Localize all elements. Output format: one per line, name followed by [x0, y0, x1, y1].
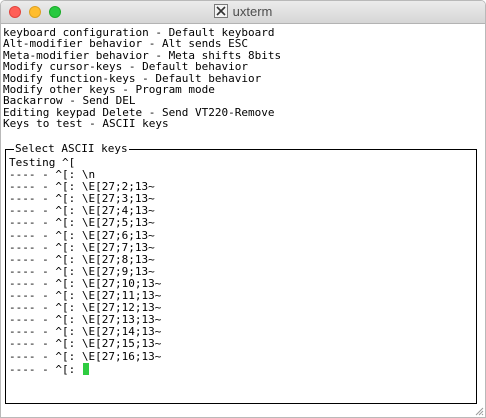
- text-cursor: [82, 362, 89, 375]
- key-output-line: ---- - ^[: \E[27;7;13~: [9, 240, 155, 254]
- prompt-line: ---- - ^[:: [9, 362, 161, 376]
- terminal-header-lines: keyboard configuration - Default keyboar…: [3, 27, 485, 130]
- window-title-group: uxterm: [1, 4, 485, 20]
- terminal-line: Modify cursor-keys - Default behavior: [3, 60, 249, 74]
- uxterm-window: uxterm keyboard configuration - Default …: [0, 0, 486, 418]
- window-title: uxterm: [232, 4, 273, 19]
- resize-grip-icon[interactable]: [474, 406, 484, 416]
- x11-icon: [213, 4, 228, 18]
- key-output-line: ---- - ^[: \E[27;6;13~: [9, 228, 155, 242]
- panel-output: Testing ^[---- - ^[: \n ---- - ^[: \E[27;…: [9, 156, 162, 376]
- select-ascii-keys-panel: Select ASCII keys Testing ^[---- - ^[: \…: [5, 143, 477, 404]
- prompt-text: ---- - ^[:: [9, 362, 82, 376]
- key-output-line: ---- - ^[: \E[27;5;13~: [9, 216, 155, 230]
- panel-legend: Select ASCII keys: [14, 142, 129, 155]
- terminal-line: Keys to test - ASCII keys: [3, 117, 169, 131]
- title-bar[interactable]: uxterm: [1, 1, 485, 24]
- key-output-line: ---- - ^[: \E[27;15;13~: [9, 337, 162, 351]
- key-output-line: ---- - ^[: \E[27;16;13~: [9, 349, 162, 363]
